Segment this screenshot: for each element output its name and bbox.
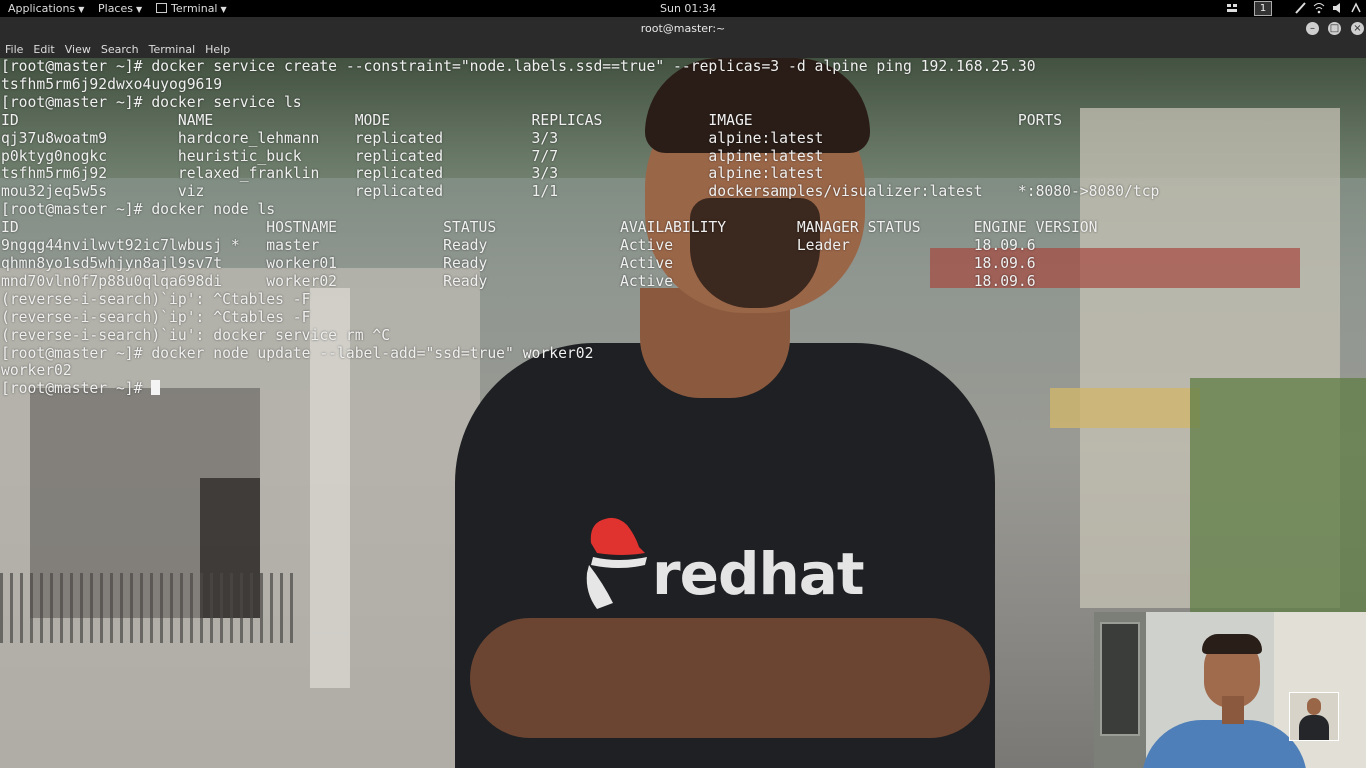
menu-view[interactable]: View xyxy=(60,41,96,58)
places-menu[interactable]: Places ▼ xyxy=(98,0,142,18)
close-button[interactable]: × xyxy=(1351,22,1364,35)
menu-help[interactable]: Help xyxy=(200,41,235,58)
chevron-down-icon: ▼ xyxy=(135,5,143,14)
terminal-app-label: Terminal xyxy=(171,2,218,15)
power-menu-icon[interactable] xyxy=(1350,2,1362,14)
menu-edit[interactable]: Edit xyxy=(28,41,59,58)
window-title: root@master:~ xyxy=(640,22,726,35)
webcam-overlay xyxy=(1094,612,1366,768)
terminal-line: tsfhm5rm6j92 relaxed_franklin replicated… xyxy=(1,165,824,183)
minimize-button[interactable]: – xyxy=(1306,22,1319,35)
terminal-line: (reverse-i-search)`ip': ^Ctables -F xyxy=(1,290,311,308)
workspace-indicator[interactable]: 1 xyxy=(1254,1,1272,16)
terminal-line: [root@master ~]# docker node update --la… xyxy=(1,344,594,362)
terminal-line: qhmn8yo1sd5whjyn8ajl9sv7t worker01 Ready… xyxy=(1,254,1036,272)
chevron-down-icon: ▼ xyxy=(78,5,85,14)
terminal-line: tsfhm5rm6j92dwxo4uyog9619 xyxy=(1,75,223,93)
clock[interactable]: Sun 01:34 xyxy=(660,0,716,17)
terminal-line: [root@master ~]# docker service ls xyxy=(1,93,302,111)
terminal-prompt: [root@master ~]# xyxy=(1,380,152,398)
self-view-thumbnail xyxy=(1289,692,1339,741)
terminal-cursor xyxy=(151,380,161,396)
network-icon[interactable] xyxy=(1313,2,1325,14)
terminal-line: ID NAME MODE REPLICAS IMAGE PORTS xyxy=(1,111,1063,129)
places-label: Places xyxy=(98,2,133,15)
window-titlebar[interactable]: root@master:~ – □ × xyxy=(0,17,1366,41)
gnome-top-bar: Applications ▼ Places ▼ Terminal ▼ Sun 01:3… xyxy=(0,0,1366,17)
terminal-line: ID HOSTNAME STATUS AVAILABILITY MANAGER … xyxy=(1,219,1098,237)
window-list-icon[interactable] xyxy=(1226,2,1238,14)
terminal-line: qj37u8woatm9 hardcore_lehmann replicated… xyxy=(1,129,824,147)
terminal-line: p0ktyg0nogkc heuristic_buck replicated 7… xyxy=(1,147,824,165)
terminal-line: mou32jeq5w5s viz replicated 1/1 dockersa… xyxy=(1,183,1160,201)
terminal-line: (reverse-i-search)`iu': docker service r… xyxy=(1,326,391,344)
terminal-app-menu[interactable]: Terminal ▼ xyxy=(156,0,227,18)
terminal-menubar: File Edit View Search Terminal Help xyxy=(0,41,1366,58)
terminal-line: 9ngqg44nvilwvt92ic7lwbusj * master Ready… xyxy=(1,237,1036,255)
terminal-line: mnd70vln0f7p88u0qlqa698di worker02 Ready… xyxy=(1,272,1036,290)
maximize-button[interactable]: □ xyxy=(1328,22,1341,35)
chevron-down-icon: ▼ xyxy=(220,5,227,14)
terminal-line: (reverse-i-search)`ip': ^Ctables -F xyxy=(1,308,311,326)
terminal-line: [root@master ~]# docker service create -… xyxy=(1,58,1036,75)
terminal-line: worker02 xyxy=(1,362,72,380)
terminal-icon xyxy=(156,3,167,13)
terminal-line: [root@master ~]# docker node ls xyxy=(1,201,276,219)
volume-icon[interactable] xyxy=(1332,2,1344,14)
pen-icon[interactable] xyxy=(1294,2,1306,14)
menu-search[interactable]: Search xyxy=(96,41,144,58)
applications-label: Applications xyxy=(8,2,76,15)
menu-file[interactable]: File xyxy=(0,41,28,58)
applications-menu[interactable]: Applications ▼ xyxy=(8,0,84,18)
menu-terminal[interactable]: Terminal xyxy=(144,41,201,58)
